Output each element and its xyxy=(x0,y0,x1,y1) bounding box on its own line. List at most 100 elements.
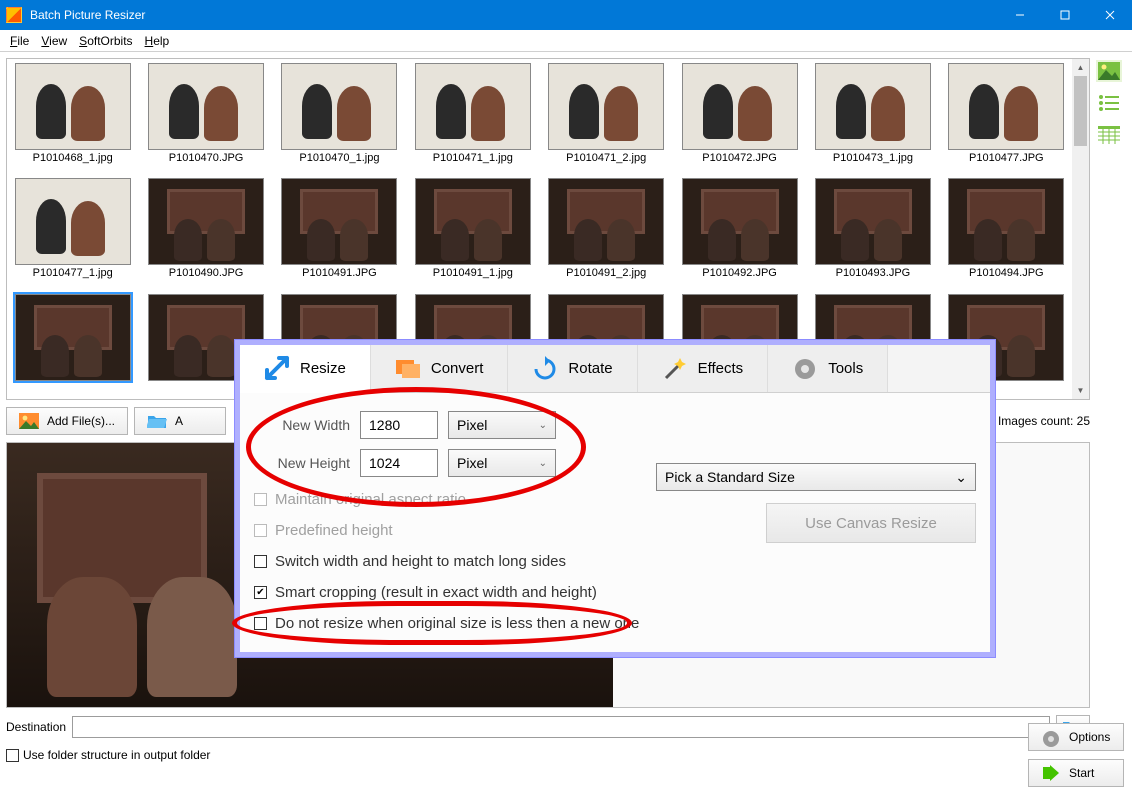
menu-view[interactable]: View xyxy=(35,32,73,50)
gear-icon xyxy=(792,356,818,382)
thumbnail-caption: P1010477.JPG xyxy=(969,150,1044,170)
tab-convert-label: Convert xyxy=(431,360,484,377)
maximize-button[interactable] xyxy=(1042,0,1087,30)
tab-rotate-label: Rotate xyxy=(568,360,612,377)
thumbnail-image xyxy=(548,63,664,150)
folder-open-icon xyxy=(147,413,167,429)
thumbnail[interactable]: P1010468_1.jpg xyxy=(11,63,134,176)
thumbnail[interactable]: P1010472.JPG xyxy=(678,63,801,176)
thumbnail-caption: P1010468_1.jpg xyxy=(33,150,113,170)
start-label: Start xyxy=(1069,766,1094,780)
use-folder-structure-row[interactable]: Use folder structure in output folder xyxy=(6,746,1090,764)
thumbnail[interactable]: P1010477_1.jpg xyxy=(11,178,134,291)
scroll-up-button[interactable]: ▲ xyxy=(1072,59,1089,76)
thumbnail[interactable]: P1010490.JPG xyxy=(144,178,267,291)
tab-resize[interactable]: Resize xyxy=(240,345,371,393)
new-width-input[interactable] xyxy=(360,411,438,439)
resize-icon xyxy=(264,355,290,381)
add-folder-button[interactable]: A xyxy=(134,407,226,435)
tab-tools[interactable]: Tools xyxy=(768,345,888,392)
use-canvas-resize-button[interactable]: Use Canvas Resize xyxy=(766,503,976,543)
standard-size-select[interactable]: Pick a Standard Size⌄ xyxy=(656,463,976,491)
thumbnail-image xyxy=(15,63,131,150)
options-label: Options xyxy=(1069,730,1110,744)
picture-icon xyxy=(19,413,39,429)
smart-cropping-row[interactable]: ✔Smart cropping (result in exact width a… xyxy=(254,584,976,601)
tab-effects-label: Effects xyxy=(698,360,744,377)
close-button[interactable] xyxy=(1087,0,1132,30)
thumbnail-caption: P1010490.JPG xyxy=(169,265,244,285)
thumbnail-image xyxy=(15,178,131,265)
chevron-down-icon: ⌄ xyxy=(539,458,547,469)
no-resize-smaller-checkbox[interactable] xyxy=(254,617,267,630)
use-folder-structure-checkbox[interactable] xyxy=(6,749,19,762)
thumbnail[interactable]: P1010471_1.jpg xyxy=(411,63,534,176)
no-resize-smaller-row[interactable]: Do not resize when original size is less… xyxy=(254,615,976,632)
gallery-scrollbar[interactable]: ▲ ▼ xyxy=(1072,59,1089,399)
options-button[interactable]: Options xyxy=(1028,723,1124,751)
thumbnail-caption: P1010472.JPG xyxy=(702,150,777,170)
new-width-label: New Width xyxy=(254,417,350,433)
new-height-label: New Height xyxy=(254,455,350,471)
add-folder-label: A xyxy=(175,414,183,428)
thumbnail-image xyxy=(281,63,397,150)
thumbnail[interactable]: P1010493.JPG xyxy=(811,178,934,291)
resize-panel-overlay: Resize Convert Rotate Effects Tools xyxy=(235,340,995,657)
thumbnail[interactable]: P1010470_1.jpg xyxy=(278,63,401,176)
tab-tools-label: Tools xyxy=(828,360,863,377)
thumbnail-image xyxy=(548,178,664,265)
menu-bar: File View SoftOrbits Help xyxy=(0,30,1132,52)
view-list-icon[interactable] xyxy=(1096,92,1122,114)
tab-effects[interactable]: Effects xyxy=(638,345,769,392)
switch-wh-checkbox[interactable] xyxy=(254,555,267,568)
start-button[interactable]: Start xyxy=(1028,759,1124,787)
predefined-height-checkbox[interactable] xyxy=(254,524,267,537)
thumbnail-image xyxy=(281,178,397,265)
magic-wand-icon xyxy=(662,356,688,382)
scroll-thumb[interactable] xyxy=(1074,76,1087,146)
window-title: Batch Picture Resizer xyxy=(28,8,997,22)
rotate-icon xyxy=(532,356,558,382)
thumbnail[interactable]: P1010494.JPG xyxy=(945,178,1068,291)
thumbnail-image xyxy=(948,178,1064,265)
height-unit-select[interactable]: Pixel⌄ xyxy=(448,449,556,477)
destination-label: Destination xyxy=(6,720,66,734)
maintain-aspect-checkbox[interactable] xyxy=(254,493,267,506)
thumbnail[interactable]: P1010470.JPG xyxy=(144,63,267,176)
add-files-button[interactable]: Add File(s)... xyxy=(6,407,128,435)
minimize-button[interactable] xyxy=(997,0,1042,30)
thumbnail-caption: P1010473_1.jpg xyxy=(833,150,913,170)
thumbnail[interactable]: P1010492.JPG xyxy=(678,178,801,291)
menu-help[interactable]: Help xyxy=(139,32,176,50)
view-thumbnails-icon[interactable] xyxy=(1096,60,1122,82)
tab-rotate[interactable]: Rotate xyxy=(508,345,637,392)
gear-icon xyxy=(1041,729,1061,745)
thumbnail-image xyxy=(415,178,531,265)
thumbnail-image xyxy=(148,63,264,150)
switch-wh-row[interactable]: Switch width and height to match long si… xyxy=(254,553,976,570)
smart-cropping-checkbox[interactable]: ✔ xyxy=(254,586,267,599)
width-unit-select[interactable]: Pixel⌄ xyxy=(448,411,556,439)
thumbnail[interactable]: P1010477.JPG xyxy=(945,63,1068,176)
view-details-icon[interactable] xyxy=(1096,124,1122,146)
thumbnail[interactable]: P1010471_2.jpg xyxy=(545,63,668,176)
destination-input[interactable]: ⌄ xyxy=(72,716,1050,738)
thumbnail-image xyxy=(815,178,931,265)
menu-file[interactable]: File xyxy=(4,32,35,50)
thumbnail-image xyxy=(948,63,1064,150)
tab-convert[interactable]: Convert xyxy=(371,345,509,392)
scroll-down-button[interactable]: ▼ xyxy=(1072,382,1089,399)
panel-tabs: Resize Convert Rotate Effects Tools xyxy=(240,345,990,393)
images-count: Images count: 25 xyxy=(998,414,1090,428)
menu-softorbits[interactable]: SoftOrbits xyxy=(73,32,138,50)
thumbnail-caption: P1010477_1.jpg xyxy=(33,265,113,285)
chevron-down-icon: ⌄ xyxy=(955,469,967,486)
new-height-input[interactable] xyxy=(360,449,438,477)
thumbnail[interactable]: P1010491.JPG xyxy=(278,178,401,291)
thumbnail-caption: P1010491_2.jpg xyxy=(566,265,646,285)
thumbnail[interactable]: P1010491_2.jpg xyxy=(545,178,668,291)
thumbnail[interactable]: P1010491_1.jpg xyxy=(411,178,534,291)
thumbnail[interactable] xyxy=(11,294,134,395)
thumbnail[interactable]: P1010473_1.jpg xyxy=(811,63,934,176)
thumbnail-image xyxy=(815,63,931,150)
